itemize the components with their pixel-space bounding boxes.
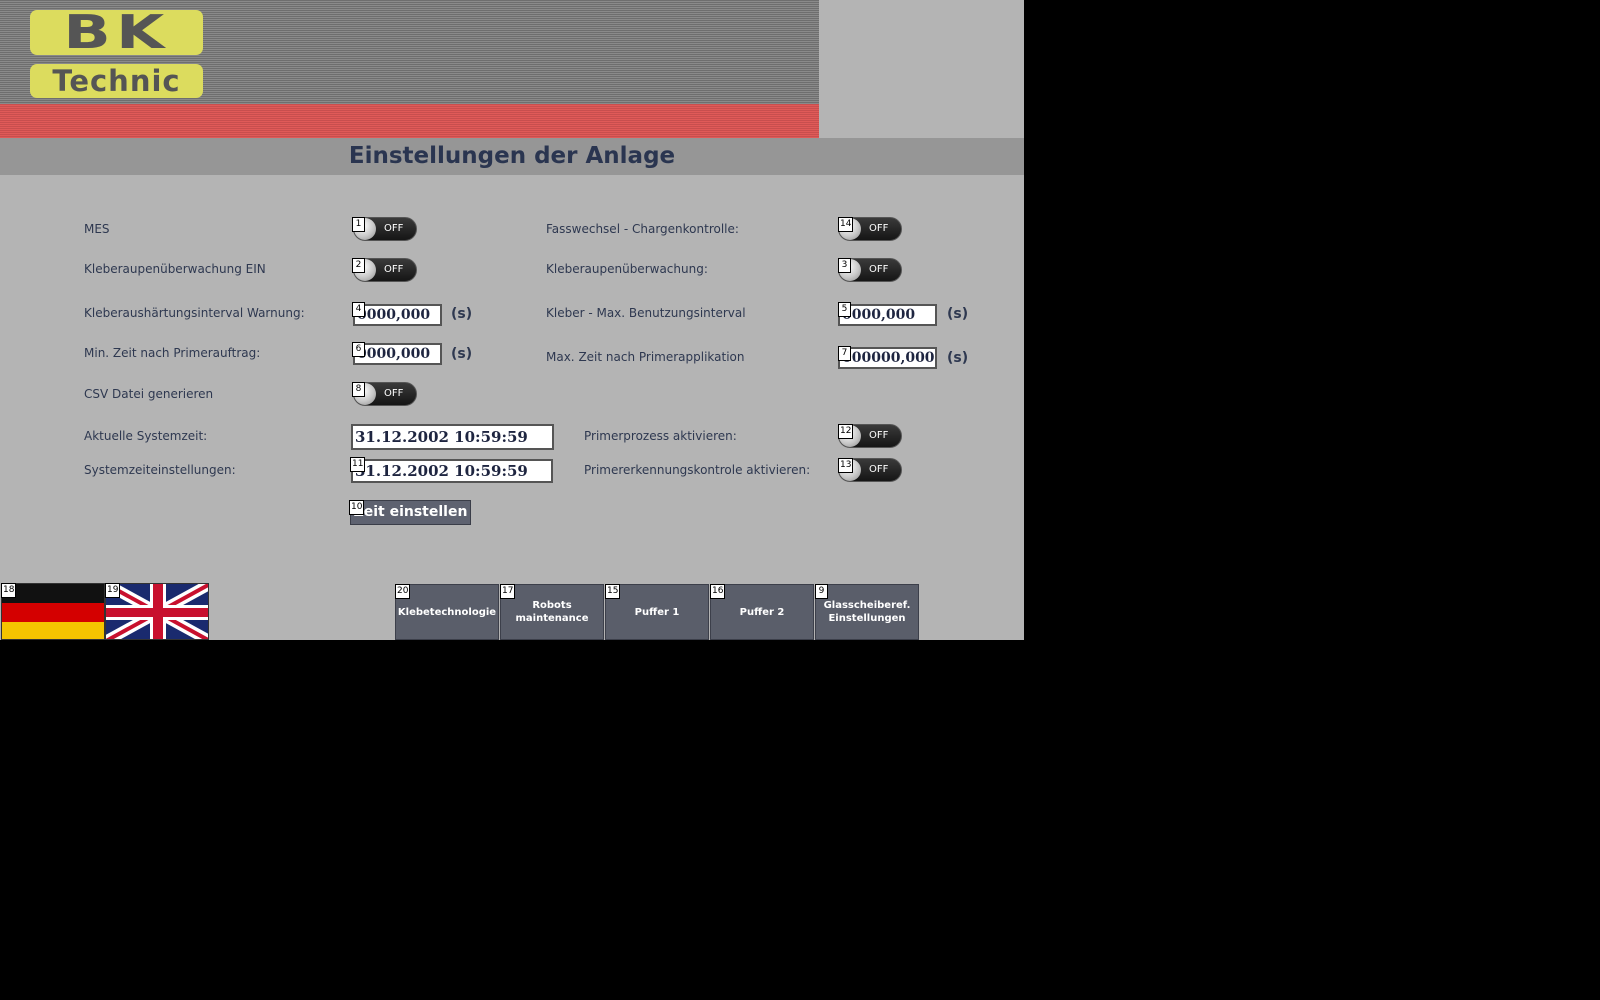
zeit-einstellen-button[interactable]: Zeit einstellen (350, 500, 471, 525)
badge-7: 7 (838, 346, 851, 361)
systemzeit-einst-input[interactable]: 31.12.2002 10:59:59 (351, 459, 553, 483)
min-zeit-input[interactable]: 0000,000 (353, 343, 442, 365)
badge-19: 19 (105, 583, 121, 598)
kleberaupen-label: Kleberaupenüberwachung: (546, 262, 708, 276)
min-zeit-label: Min. Zeit nach Primerauftrag: (84, 346, 261, 360)
badge-2: 2 (352, 258, 365, 273)
title-bar: Einstellungen der Anlage (0, 138, 1024, 175)
badge-16: 16 (710, 584, 726, 599)
max-zeit-label: Max. Zeit nach Primerapplikation (546, 350, 745, 364)
systemzeit-label: Aktuelle Systemzeit: (84, 429, 208, 443)
badge-9: 9 (815, 584, 828, 599)
badge-13: 13 (838, 458, 854, 473)
badge-15: 15 (605, 584, 621, 599)
badge-12: 12 (838, 424, 854, 439)
kleber-max-input[interactable]: 0000,000 (838, 304, 937, 326)
badge-3: 3 (838, 258, 851, 273)
nav-puffer-2-button[interactable]: Puffer 2 (710, 584, 814, 640)
logo-bk-text: BK (63, 5, 170, 59)
badge-10: 10 (349, 500, 365, 515)
header-banner: BK Technic (0, 0, 819, 138)
toggle-state: OFF (869, 264, 889, 275)
nav-glasscheiberef-button[interactable]: Glasscheiberef. Einstellungen (815, 584, 919, 640)
badge-14: 14 (838, 217, 854, 232)
badge-6: 6 (352, 342, 365, 357)
csv-label: CSV Datei generieren (84, 387, 214, 401)
systemzeit-einst-label: Systemzeiteinstellungen: (84, 463, 236, 477)
primerprozess-label: Primerprozess aktivieren: (584, 429, 737, 443)
badge-5: 5 (838, 302, 851, 317)
badge-1: 1 (352, 217, 365, 232)
nav-klebetechnologie-button[interactable]: Klebetechnologie (395, 584, 499, 640)
header-red-stripe (0, 104, 819, 138)
systemzeit-display: 31.12.2002 10:59:59 (351, 424, 554, 450)
uk-flag-button[interactable] (105, 583, 209, 640)
kleberaushaertung-label: Kleberaushärtungsinterval Warnung: (84, 306, 305, 320)
max-zeit-unit: (s) (947, 350, 969, 366)
nav-puffer-1-button[interactable]: Puffer 1 (605, 584, 709, 640)
badge-17: 17 (500, 584, 516, 599)
toggle-state: OFF (384, 388, 404, 399)
german-flag-icon (2, 584, 104, 639)
kleberaupen-ein-label: Kleberaupenüberwachung EIN (84, 262, 266, 276)
toggle-state: OFF (869, 223, 889, 234)
badge-11: 11 (350, 457, 366, 472)
german-flag-button[interactable] (1, 583, 105, 640)
kleber-max-label: Kleber - Max. Benutzungsinterval (546, 306, 746, 320)
logo-technic-text: Technic (30, 64, 203, 98)
max-zeit-input[interactable]: 000000,000 (838, 347, 937, 369)
min-zeit-unit: (s) (451, 346, 473, 362)
primererkennung-label: Primererkennungskontrole aktivieren: (584, 463, 811, 477)
nav-robots-maintenance-button[interactable]: Robots maintenance (500, 584, 604, 640)
toggle-state: OFF (384, 223, 404, 234)
badge-4: 4 (352, 302, 365, 317)
badge-20: 20 (395, 584, 411, 599)
toggle-state: OFF (869, 430, 889, 441)
kleberaushaertung-unit: (s) (451, 306, 473, 322)
uk-flag-icon (106, 584, 208, 639)
kleber-max-unit: (s) (947, 306, 969, 322)
badge-8: 8 (352, 382, 365, 397)
page-title: Einstellungen der Anlage (348, 143, 676, 169)
kleberaushaertung-input[interactable]: 0000,000 (353, 304, 442, 326)
fasswechsel-label: Fasswechsel - Chargenkontrolle: (546, 222, 739, 236)
bk-technic-logo: BK Technic (30, 9, 203, 98)
toggle-state: OFF (869, 464, 889, 475)
mes-label: MES (84, 222, 110, 236)
badge-18: 18 (1, 583, 17, 598)
hmi-screen: BK Technic Einstellungen der Anlage MES … (0, 0, 1024, 640)
toggle-state: OFF (384, 264, 404, 275)
